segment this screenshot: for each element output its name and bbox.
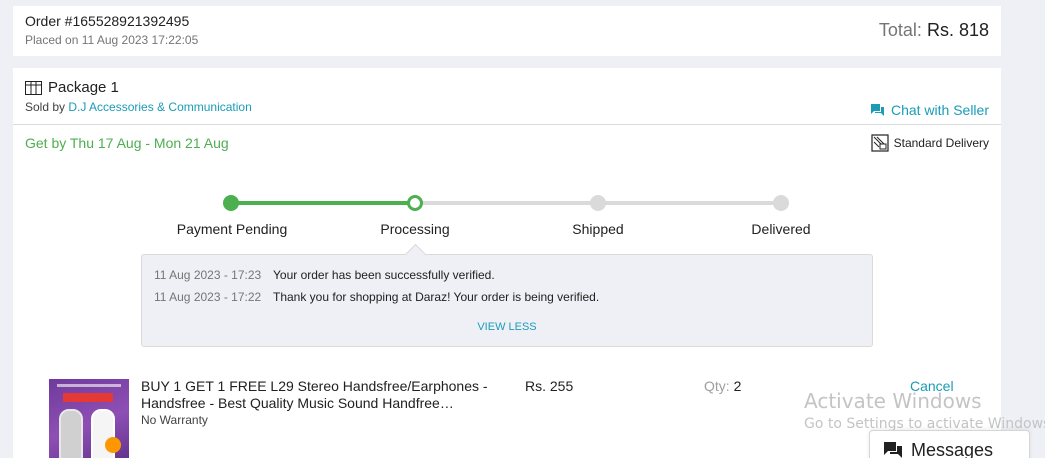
- status-log: 11 Aug 2023 - 17:23 Your order has been …: [141, 254, 873, 347]
- delivery-type-label: Standard Delivery: [893, 136, 989, 150]
- earphone-graphic: [59, 409, 83, 458]
- messages-label: Messages: [911, 439, 994, 458]
- log-time: 11 Aug 2023 - 17:23: [154, 268, 262, 282]
- package-header: Package 1: [25, 79, 119, 96]
- divider: [13, 124, 1001, 125]
- step-dot-payment-pending: [223, 195, 239, 211]
- product-title[interactable]: BUY 1 GET 1 FREE L29 Stereo Handsfree/Ea…: [141, 378, 501, 412]
- qty-label: Qty:: [704, 378, 730, 394]
- total-amount: Rs. 818: [926, 20, 989, 40]
- step-dot-delivered: [773, 195, 789, 211]
- chat-icon: [870, 104, 884, 116]
- sold-by: Sold by D.J Accessories & Communication: [25, 100, 252, 114]
- cancel-item-button[interactable]: Cancel: [910, 378, 954, 394]
- order-number: Order #165528921392495: [25, 13, 190, 29]
- progress-track-done: [231, 201, 415, 205]
- delivery-estimate: Get by Thu 17 Aug - Mon 21 Aug: [25, 135, 229, 151]
- step-dot-processing: [407, 195, 423, 211]
- product-price: Rs. 255: [525, 378, 574, 394]
- product-quantity: Qty: 2: [704, 378, 741, 394]
- sold-by-label: Sold by: [25, 100, 66, 114]
- step-label-processing: Processing: [380, 221, 450, 237]
- package-icon: [25, 80, 42, 95]
- product-thumbnail[interactable]: [49, 379, 129, 458]
- messages-widget[interactable]: Messages: [869, 430, 1030, 458]
- view-less-link[interactable]: VIEW LESS: [142, 321, 872, 333]
- log-entry: 11 Aug 2023 - 17:23 Your order has been …: [154, 268, 495, 282]
- chat-bubbles-icon: [884, 442, 902, 458]
- delivery-truck-icon: [871, 134, 889, 152]
- log-message: Your order has been successfully verifie…: [273, 268, 495, 282]
- order-total: Total: Rs. 818: [879, 20, 989, 41]
- order-placed-date: Placed on 11 Aug 2023 17:22:05: [25, 33, 199, 47]
- product-warranty: No Warranty: [141, 413, 208, 427]
- step-dot-shipped: [590, 195, 606, 211]
- log-entry: 11 Aug 2023 - 17:22 Thank you for shoppi…: [154, 290, 599, 304]
- chat-with-seller-label: Chat with Seller: [890, 102, 989, 118]
- step-label-shipped: Shipped: [572, 221, 624, 237]
- thumbnail-text-line: [57, 384, 121, 387]
- delivery-type: Standard Delivery: [871, 134, 989, 152]
- qty-value: 2: [733, 378, 742, 394]
- step-label-delivered: Delivered: [751, 221, 811, 237]
- package-title: Package 1: [48, 79, 119, 96]
- seller-link[interactable]: D.J Accessories & Communication: [68, 100, 251, 114]
- thumbnail-promo-banner: [63, 393, 113, 402]
- chat-with-seller-button[interactable]: Chat with Seller: [870, 102, 989, 118]
- log-time: 11 Aug 2023 - 17:22: [154, 290, 262, 304]
- package-card: Package 1 Sold by D.J Accessories & Comm…: [13, 68, 1001, 458]
- step-label-payment-pending: Payment Pending: [176, 221, 288, 237]
- total-label: Total:: [878, 20, 922, 40]
- log-message: Thank you for shopping at Daraz! Your or…: [273, 290, 600, 304]
- order-header: Order #165528921392495 Placed on 11 Aug …: [13, 6, 1001, 56]
- promo-badge: [105, 437, 121, 453]
